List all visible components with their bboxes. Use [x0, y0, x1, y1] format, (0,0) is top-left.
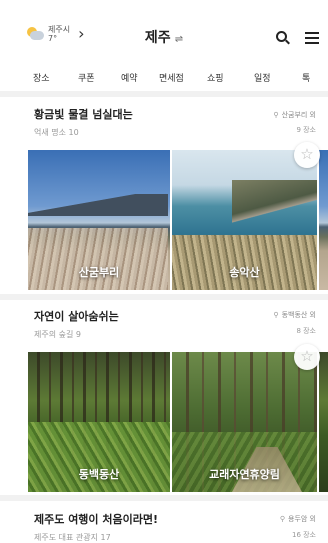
photo-card[interactable]: 교래자연휴양림: [172, 352, 317, 492]
location-pin-icon: ⚲: [279, 515, 285, 523]
photo-card-peek[interactable]: [319, 150, 328, 290]
location-text: 동백동산 외: [281, 311, 316, 319]
star-icon[interactable]: ☆: [294, 344, 320, 370]
photo-label: 송악산: [229, 266, 260, 279]
tab-places[interactable]: 장소: [33, 71, 50, 84]
photo-label: 동백동산: [78, 468, 120, 481]
location-label: ⚲ 용두암 외: [280, 514, 316, 524]
tab-shopping[interactable]: 쇼핑: [207, 71, 224, 84]
location-label: ⚲ 산굼부리 외: [273, 110, 316, 120]
photo-card[interactable]: 송악산: [172, 150, 317, 290]
app-header: 제주시 7° › 제주 ⇌: [0, 0, 328, 58]
place-count: 9 장소: [296, 126, 316, 134]
section-subtitle: 제주도 대표 관광지 17: [34, 533, 111, 542]
star-icon[interactable]: ☆: [294, 142, 320, 168]
tabs-divider: [0, 91, 328, 97]
photo-carousel[interactable]: 동백동산 교래자연휴양림: [28, 352, 328, 492]
section-title[interactable]: 황금빛 물결 넘실대는: [34, 106, 133, 122]
photo-card[interactable]: 산굼부리: [28, 150, 170, 290]
tab-talk[interactable]: 톡: [302, 71, 310, 84]
tab-reservation[interactable]: 예약: [121, 71, 138, 84]
category-tabs: 장소 쿠폰 예약 면세점 쇼핑 일정 톡: [0, 62, 328, 90]
place-count: 16 장소: [291, 531, 316, 539]
location-pin-icon: ⚲: [273, 111, 279, 119]
photo-label: 산굼부리: [78, 266, 120, 279]
section-title[interactable]: 자연이 살아숨쉬는: [34, 308, 119, 324]
section-subtitle: 제주의 숲길 9: [34, 330, 81, 339]
section-divider: [0, 495, 328, 501]
menu-icon[interactable]: [305, 32, 319, 44]
place-count: 8 장소: [296, 327, 316, 335]
tab-coupons[interactable]: 쿠폰: [78, 71, 95, 84]
search-icon[interactable]: [276, 31, 290, 45]
location-text: 산굼부리 외: [281, 111, 316, 119]
section-divider: [0, 294, 328, 300]
photo-carousel[interactable]: 산굼부리 송악산: [28, 150, 328, 290]
location-label: ⚲ 동백동산 외: [273, 310, 316, 320]
section-subtitle: 억새 명소 10: [34, 128, 79, 137]
section-title[interactable]: 제주도 여행이 처음이라면!: [34, 511, 158, 527]
photo-card[interactable]: 동백동산: [28, 352, 170, 492]
location-text: 용두암 외: [288, 515, 316, 523]
photo-card-peek[interactable]: [319, 352, 328, 492]
swap-icon: ⇌: [174, 34, 184, 45]
region-name: 제주: [144, 30, 171, 46]
location-pin-icon: ⚲: [273, 311, 279, 319]
tab-duty-free[interactable]: 면세점: [159, 71, 184, 84]
tab-schedule[interactable]: 일정: [254, 71, 271, 84]
photo-label: 교래자연휴양림: [209, 468, 280, 481]
